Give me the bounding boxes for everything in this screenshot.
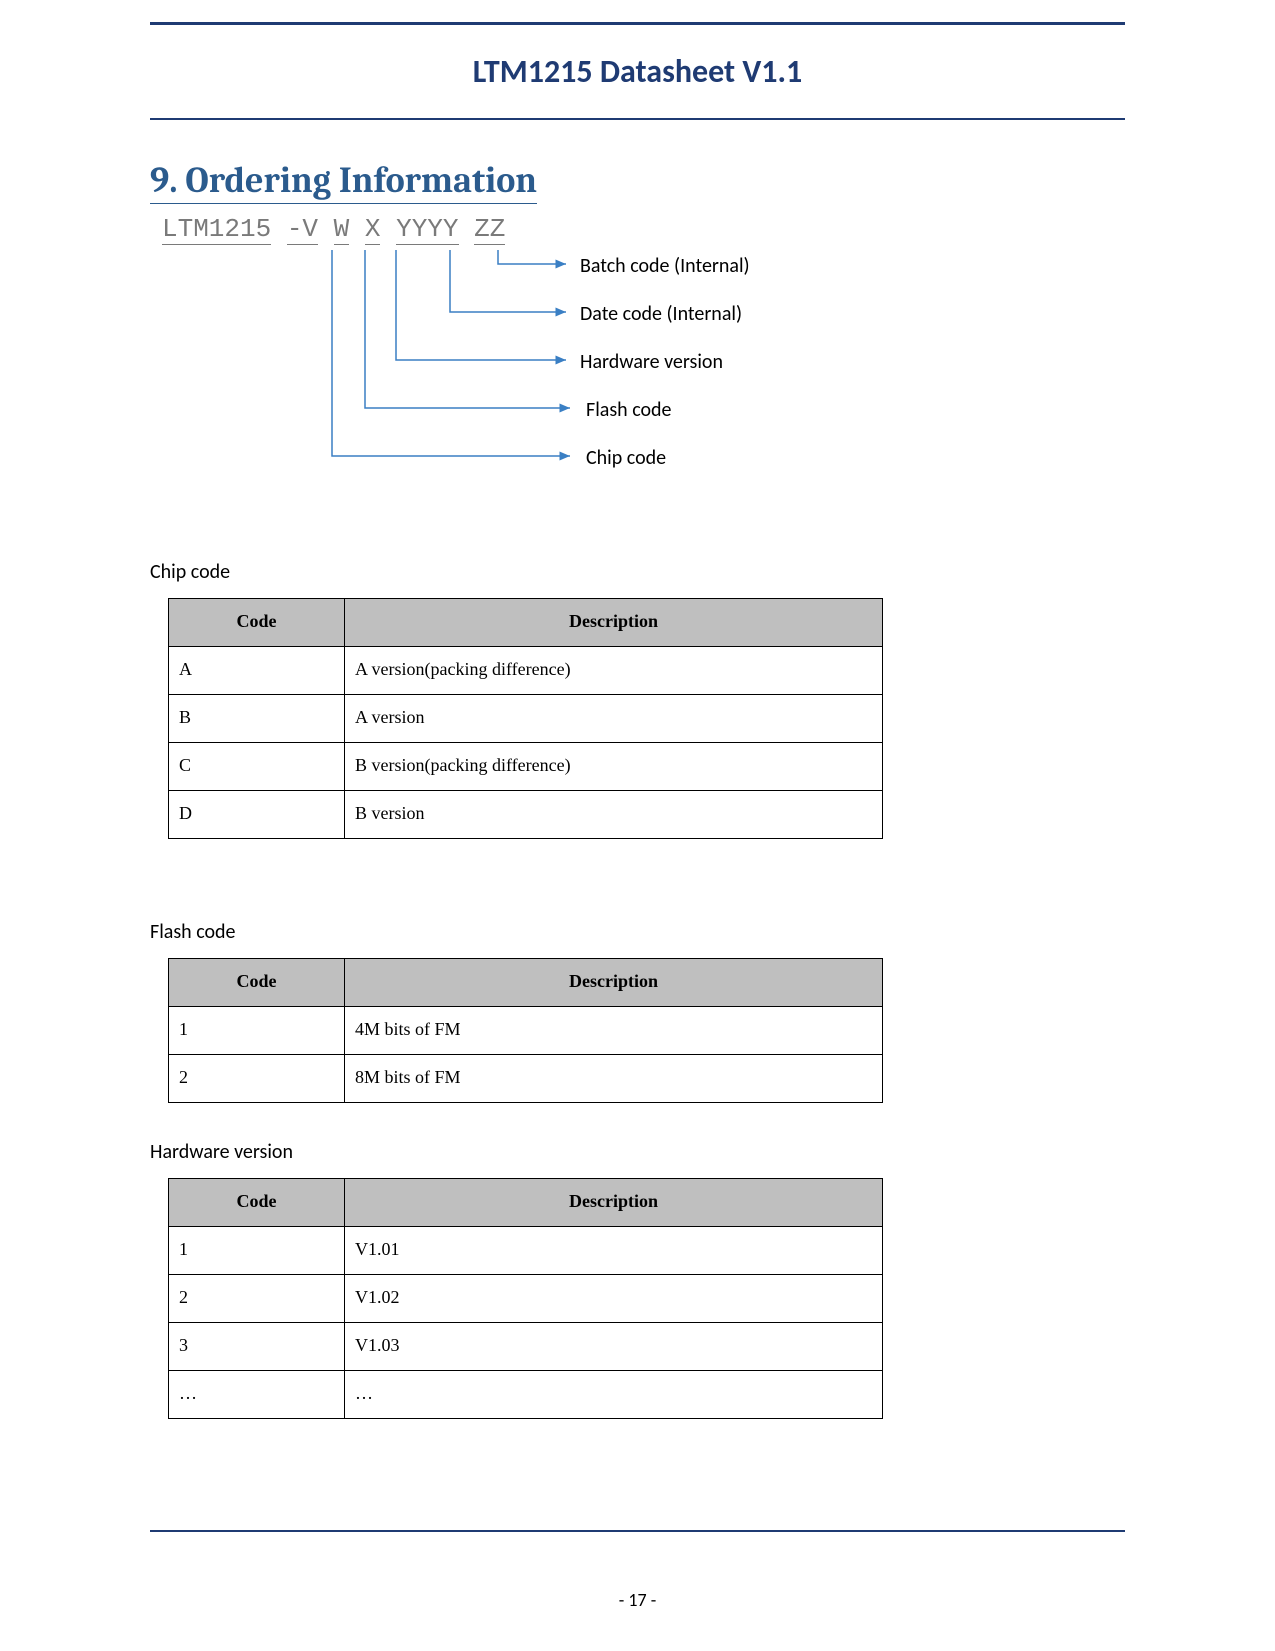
chip-code-heading: Chip code xyxy=(150,560,230,584)
cell-code: A xyxy=(169,647,345,695)
cell-desc: V1.01 xyxy=(345,1227,883,1275)
table-header-row: Code Description xyxy=(169,959,883,1007)
section-heading-text: 9. Ordering Information xyxy=(150,160,537,204)
col-code: Code xyxy=(169,1179,345,1227)
table-row: … … xyxy=(169,1371,883,1419)
pn-flash: W xyxy=(334,214,350,245)
callout-hw: Hardware version xyxy=(580,350,723,374)
top-divider xyxy=(150,22,1125,25)
col-desc: Description xyxy=(345,599,883,647)
part-number-scheme: LTM1215 -V W X YYYY ZZ xyxy=(162,214,505,244)
flash-code-heading: Flash code xyxy=(150,920,236,944)
cell-code: D xyxy=(169,791,345,839)
pn-hw: X xyxy=(365,214,381,245)
cell-desc: 4M bits of FM xyxy=(345,1007,883,1055)
cell-code: 3 xyxy=(169,1323,345,1371)
table-header-row: Code Description xyxy=(169,599,883,647)
pn-batch: ZZ xyxy=(474,214,505,245)
table-row: 1 V1.01 xyxy=(169,1227,883,1275)
cell-code: 2 xyxy=(169,1055,345,1103)
cell-code: B xyxy=(169,695,345,743)
table-row: 2 8M bits of FM xyxy=(169,1055,883,1103)
pn-base: LTM1215 xyxy=(162,214,271,245)
cell-code: … xyxy=(169,1371,345,1419)
datasheet-page: LTM1215 Datasheet V1.1 9. Ordering Infor… xyxy=(0,0,1275,1651)
cell-code: 1 xyxy=(169,1227,345,1275)
table-row: B A version xyxy=(169,695,883,743)
cell-desc: V1.03 xyxy=(345,1323,883,1371)
cell-desc: V1.02 xyxy=(345,1275,883,1323)
hw-version-heading: Hardware version xyxy=(150,1140,293,1164)
callout-chip: Chip code xyxy=(586,446,666,470)
pn-date: YYYY xyxy=(396,214,458,245)
chip-code-table: Code Description A A version(packing dif… xyxy=(168,598,883,839)
hw-version-table: Code Description 1 V1.01 2 V1.02 3 V1.03… xyxy=(168,1178,883,1419)
cell-desc: 8M bits of FM xyxy=(345,1055,883,1103)
cell-code: C xyxy=(169,743,345,791)
cell-desc: A version(packing difference) xyxy=(345,647,883,695)
table-row: 2 V1.02 xyxy=(169,1275,883,1323)
table-row: A A version(packing difference) xyxy=(169,647,883,695)
callout-lines xyxy=(0,250,1275,510)
table-row: 3 V1.03 xyxy=(169,1323,883,1371)
callout-batch: Batch code (Internal) xyxy=(580,254,750,278)
col-desc: Description xyxy=(345,1179,883,1227)
page-number: - 17 - xyxy=(0,1589,1275,1611)
cell-code: 1 xyxy=(169,1007,345,1055)
doc-title: LTM1215 Datasheet V1.1 xyxy=(0,52,1275,91)
flash-code-table: Code Description 1 4M bits of FM 2 8M bi… xyxy=(168,958,883,1103)
cell-desc: A version xyxy=(345,695,883,743)
pn-chip: -V xyxy=(287,214,318,245)
table-header-row: Code Description xyxy=(169,1179,883,1227)
cell-desc: … xyxy=(345,1371,883,1419)
callout-date: Date code (Internal) xyxy=(580,302,742,326)
col-desc: Description xyxy=(345,959,883,1007)
table-row: 1 4M bits of FM xyxy=(169,1007,883,1055)
cell-code: 2 xyxy=(169,1275,345,1323)
cell-desc: B version(packing difference) xyxy=(345,743,883,791)
header-divider xyxy=(150,118,1125,120)
cell-desc: B version xyxy=(345,791,883,839)
table-row: D B version xyxy=(169,791,883,839)
footer-divider xyxy=(150,1530,1125,1532)
table-row: C B version(packing difference) xyxy=(169,743,883,791)
callout-flash: Flash code xyxy=(586,398,672,422)
col-code: Code xyxy=(169,959,345,1007)
section-heading: 9. Ordering Information xyxy=(150,160,537,201)
callout-diagram: Batch code (Internal) Date code (Interna… xyxy=(0,250,1275,510)
col-code: Code xyxy=(169,599,345,647)
